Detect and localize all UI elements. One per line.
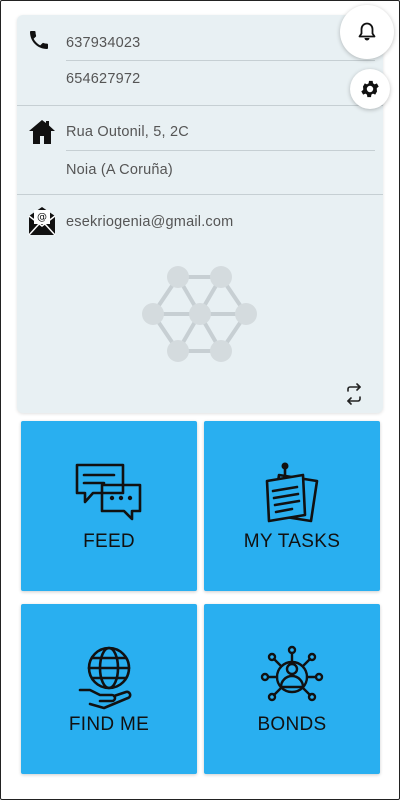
phone-number-primary: 637934023 [66,35,141,51]
address-line-1: Rua Outonil, 5, 2C [66,124,189,140]
my-tasks-label: MY TASKS [243,531,341,552]
email-address: esekriogenia@gmail.com [66,214,234,230]
phone-icon [30,31,48,49]
people-network-icon [260,645,324,702]
address-line-2: Noia (A Coruña) [66,162,173,178]
notes-icon [265,462,319,523]
bell-icon [358,22,376,41]
divider [17,105,383,106]
svg-text:@: @ [37,212,47,223]
network-logo [142,266,257,362]
swap-icon[interactable] [343,383,365,405]
divider [66,150,375,151]
gear-icon [361,80,379,98]
globe-hand-icon [78,646,132,710]
phone-number-secondary: 654627972 [66,71,141,87]
divider [17,194,383,195]
find-me-label: FIND ME [68,714,150,735]
email-icon: @ [28,207,56,236]
bonds-label: BONDS [257,714,327,735]
home-icon [29,120,55,144]
find-me-tile[interactable]: FIND ME [21,604,197,774]
feed-tile[interactable]: FEED [21,421,197,591]
feed-label: FEED [83,531,135,552]
my-tasks-tile[interactable]: MY TASKS [204,421,380,591]
notifications-button[interactable] [340,5,394,59]
chat-bubbles-icon [75,463,142,521]
bonds-tile[interactable]: BONDS [204,604,380,774]
divider [66,60,375,61]
settings-button[interactable] [350,69,390,109]
